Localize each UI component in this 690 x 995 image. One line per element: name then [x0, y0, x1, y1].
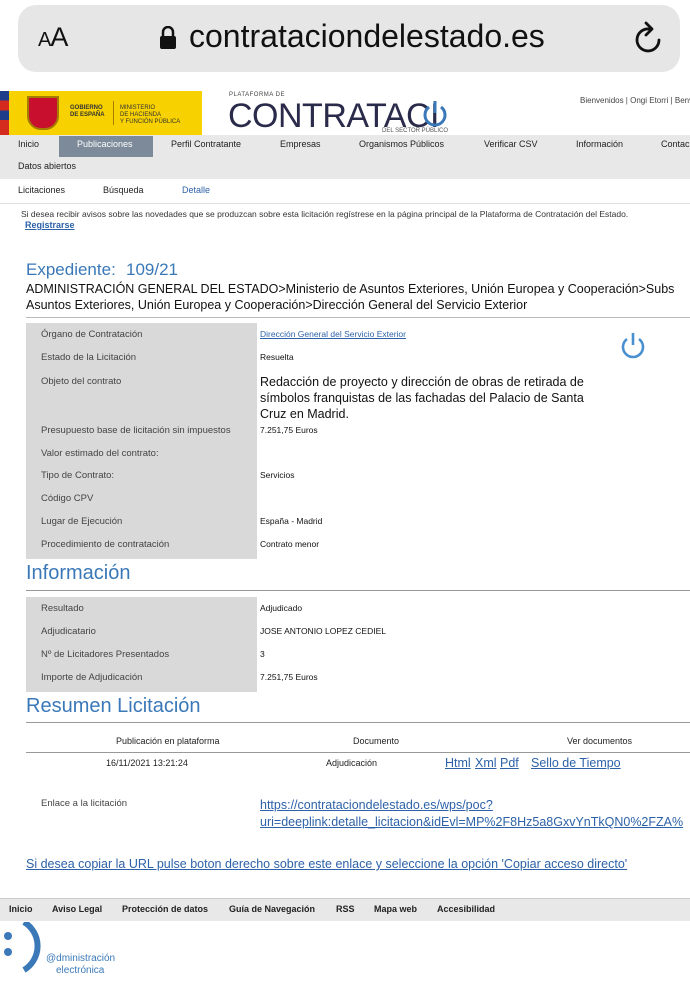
- coat-of-arms-icon: [27, 96, 59, 130]
- nav-datos-abiertos[interactable]: Datos abiertos: [18, 161, 76, 171]
- footer-proteccion-datos[interactable]: Protección de datos: [122, 904, 208, 914]
- organo-contratacion-link[interactable]: Dirección General del Servicio Exterior: [260, 329, 406, 339]
- nav-inicio[interactable]: Inicio: [18, 139, 39, 149]
- resumen-heading: Resumen Licitación: [26, 695, 201, 717]
- url-text[interactable]: contrataciondelestado.es: [189, 18, 545, 55]
- lock-icon: [160, 26, 176, 49]
- detail-label: Estado de la Licitación: [41, 352, 137, 363]
- nav-organismos-publicos[interactable]: Organismos Públicos: [359, 139, 444, 149]
- detail-label: Objeto del contrato: [41, 376, 122, 387]
- divider: [26, 722, 690, 723]
- gobierno-espana-logo[interactable]: GOBIERNO DE ESPAÑA MINISTERIO DE HACIEND…: [0, 91, 202, 135]
- subnav-licitaciones[interactable]: Licitaciones: [18, 185, 65, 195]
- expediente-label: Expediente:: [26, 260, 116, 279]
- copy-url-note[interactable]: Si desea copiar la URL pulse boton derec…: [26, 857, 627, 871]
- pdf-link[interactable]: Pdf: [500, 756, 519, 770]
- welcome-links[interactable]: Bienvenidos | Ongi Etorri | Benv: [580, 96, 690, 105]
- detail-label: Órgano de Contratación: [41, 329, 143, 340]
- detail-label: Código CPV: [41, 493, 94, 504]
- footer-guia-navegacion[interactable]: Guía de Navegación: [229, 904, 315, 914]
- info-label: Adjudicatario: [41, 626, 96, 637]
- objeto-contrato-value: Redacción de proyecto y dirección de obr…: [260, 375, 584, 421]
- organismo-path-line1: ADMINISTRACIÓN GENERAL DEL ESTADO>Minist…: [26, 282, 675, 296]
- publication-date: 16/11/2021 13:21:24: [106, 758, 188, 768]
- html-link[interactable]: Html: [445, 756, 471, 770]
- detail-label: Procedimiento de contratación: [41, 539, 170, 550]
- detail-label: Tipo de Contrato:: [41, 470, 115, 481]
- organismo-path-line2: Asuntos Exteriores, Unión Europea y Coop…: [26, 298, 528, 312]
- divider: [26, 317, 690, 318]
- pdc-sub-label: DEL SECTOR PÚBLICO: [382, 128, 449, 134]
- nav-publicaciones[interactable]: Publicaciones: [77, 139, 133, 149]
- power-icon[interactable]: [619, 331, 647, 361]
- licitacion-url-link[interactable]: https://contrataciondelestado.es/wps/poc…: [260, 798, 493, 812]
- footer-mapa-web[interactable]: Mapa web: [374, 904, 417, 914]
- subnav-busqueda[interactable]: Búsqueda: [103, 185, 144, 195]
- licitacion-url-link-cont[interactable]: uri=deeplink:detalle_licitacion&idEvl=MP…: [260, 815, 683, 829]
- column-header: Ver documentos: [567, 736, 633, 746]
- detail-value: Resuelta: [260, 352, 294, 362]
- detail-value: España - Madrid: [260, 516, 323, 526]
- sello-tiempo-link[interactable]: Sello de Tiempo: [531, 756, 621, 770]
- column-header: Documento: [353, 736, 400, 746]
- xml-link[interactable]: Xml: [475, 756, 497, 770]
- detail-label: Presupuesto base de licitación sin impue…: [41, 425, 231, 436]
- detail-value: 7.251,75 Euros: [260, 425, 318, 435]
- detail-value: Contrato menor: [260, 539, 320, 549]
- nav-empresas[interactable]: Empresas: [280, 139, 321, 149]
- nav-verificar-csv[interactable]: Verificar CSV: [484, 139, 538, 149]
- nav-perfil-contratante[interactable]: Perfil Contratante: [171, 139, 241, 149]
- divider: [26, 590, 690, 591]
- power-icon: [423, 101, 447, 127]
- ae-logo-line1: @dministración: [46, 953, 116, 964]
- text-size-button[interactable]: AA: [38, 22, 68, 53]
- informacion-heading: Información: [26, 562, 131, 584]
- info-value: JOSE ANTONIO LOPEZ CEDIEL: [260, 626, 386, 636]
- info-value: 3: [260, 649, 265, 659]
- reload-icon[interactable]: [632, 20, 666, 56]
- main-nav-row2: [0, 157, 690, 179]
- info-value: 7.251,75 Euros: [260, 672, 318, 682]
- info-label: Importe de Adjudicación: [41, 672, 143, 683]
- gov-line2: MINISTERIO DE HACIENDA Y FUNCIÓN PÚBLICA: [120, 105, 181, 125]
- ae-logo-line2: electrónica: [56, 965, 105, 976]
- info-label: Resultado: [41, 603, 84, 614]
- detail-label: Lugar de Ejecución: [41, 516, 123, 527]
- logo-divider: [113, 101, 114, 125]
- notice-text: Si desea recibir avisos sobre las noveda…: [21, 209, 629, 219]
- nav-contacto[interactable]: Contac: [661, 139, 690, 149]
- footer-rss[interactable]: RSS: [336, 904, 355, 914]
- detail-value: Servicios: [260, 470, 295, 480]
- document-type: Adjudicación: [326, 758, 378, 768]
- footer-aviso-legal[interactable]: Aviso Legal: [52, 904, 102, 914]
- enlace-label: Enlace a la licitación: [41, 798, 128, 809]
- footer-inicio[interactable]: Inicio: [9, 904, 33, 914]
- info-label: Nº de Licitadores Presentados: [41, 649, 170, 660]
- table-header-divider: [26, 752, 690, 753]
- info-value: Adjudicado: [260, 603, 303, 613]
- register-link[interactable]: Registrarse: [25, 220, 75, 230]
- eu-flag-strip: [0, 91, 9, 135]
- subnav-detalle[interactable]: Detalle: [182, 185, 210, 195]
- gov-line1: GOBIERNO DE ESPAÑA: [70, 105, 105, 118]
- expediente-number: 109/21: [126, 260, 178, 279]
- column-header: Publicación en plataforma: [116, 736, 220, 746]
- nav-informacion[interactable]: Información: [576, 139, 623, 149]
- detail-label: Valor estimado del contrato:: [41, 448, 159, 459]
- footer-accesibilidad[interactable]: Accesibilidad: [437, 904, 495, 914]
